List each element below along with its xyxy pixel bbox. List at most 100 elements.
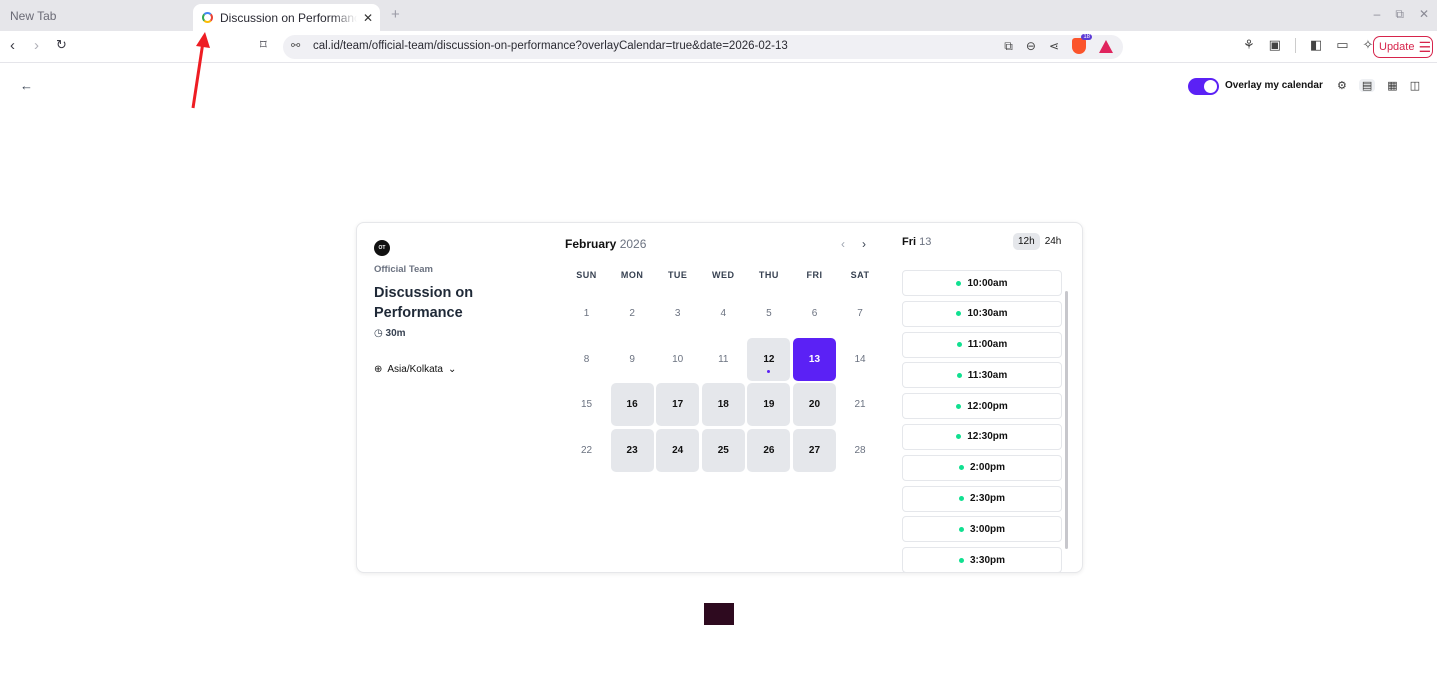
- tab-new-tab[interactable]: New Tab: [10, 9, 56, 23]
- time-slot[interactable]: 3:30pm: [902, 547, 1062, 572]
- overlay-calendar-label: Overlay my calendar: [1225, 80, 1323, 91]
- calendar-day: 7: [839, 292, 882, 335]
- day-number: 10: [672, 353, 684, 365]
- month-year: 2026: [619, 237, 647, 251]
- calendar-day[interactable]: 24: [656, 428, 700, 472]
- next-month-icon[interactable]: ›: [862, 237, 866, 251]
- calendar-day[interactable]: 16: [610, 383, 654, 427]
- time-slot[interactable]: 2:00pm: [902, 454, 1062, 481]
- calendar-day[interactable]: 23: [610, 428, 654, 472]
- event-duration: ◷ 30m: [374, 328, 406, 339]
- available-dot-icon: [956, 403, 962, 409]
- day-number: 1: [583, 308, 590, 319]
- calendar-day[interactable]: 25: [701, 428, 745, 472]
- month-title: February 2026: [565, 237, 646, 251]
- format-24h[interactable]: 24h: [1040, 233, 1067, 250]
- bookmark-icon[interactable]: ⌑: [260, 37, 267, 53]
- update-button[interactable]: Update ☰: [1373, 36, 1433, 58]
- time-slot[interactable]: 10:30am: [902, 300, 1062, 327]
- day-number: 15: [580, 399, 593, 411]
- weekday-label: THU: [758, 270, 779, 280]
- week-view-icon[interactable]: ▦: [1387, 79, 1397, 92]
- time-slot[interactable]: 11:30am: [902, 362, 1062, 389]
- time-slot[interactable]: 12:30pm: [902, 423, 1062, 450]
- reload-icon[interactable]: ↻: [56, 37, 67, 53]
- day-number: 23: [626, 444, 638, 456]
- sidebar-icon[interactable]: ◧: [1310, 37, 1322, 53]
- address-bar[interactable]: ⚯ cal.id/team/official-team/discussion-o…: [283, 34, 1123, 59]
- translate-icon[interactable]: ▣: [1269, 37, 1281, 53]
- time-slot-label: 3:00pm: [969, 523, 1005, 535]
- overlay-calendar-toggle[interactable]: [1188, 78, 1219, 95]
- time-slot-label: 10:30am: [967, 308, 1008, 320]
- calendar-day[interactable]: 19: [747, 383, 791, 427]
- slots-scrollbar[interactable]: [1065, 291, 1068, 549]
- brave-shield-icon[interactable]: [1072, 34, 1092, 54]
- open-external-icon[interactable]: ⧉: [1004, 39, 1013, 54]
- wallet-icon[interactable]: ▭: [1336, 37, 1348, 53]
- available-dot-icon: [958, 465, 964, 471]
- time-slot[interactable]: 3:00pm: [902, 516, 1062, 543]
- timezone-select[interactable]: ⊕ Asia/Kolkata ⌄: [374, 364, 456, 375]
- url-text[interactable]: cal.id/team/official-team/discussion-on-…: [313, 40, 788, 52]
- calendar-day: 22: [565, 429, 608, 472]
- month-view-icon[interactable]: ▤: [1358, 79, 1376, 92]
- time-slot[interactable]: 2:30pm: [902, 485, 1062, 512]
- day-number: 9: [629, 353, 635, 365]
- calendar-day[interactable]: 12: [747, 337, 791, 381]
- calendar-day[interactable]: 17: [656, 383, 700, 427]
- zoom-icon[interactable]: ⊖: [1026, 39, 1036, 53]
- calendar-day[interactable]: 20: [792, 383, 836, 427]
- leo-ai-icon[interactable]: ✧: [1363, 37, 1374, 53]
- calendar-day[interactable]: 26: [747, 428, 791, 472]
- available-dot-icon: [956, 280, 962, 286]
- calendar-day: 15: [565, 383, 608, 426]
- weekday-label: SAT: [850, 270, 870, 280]
- format-12h[interactable]: 12h: [1013, 233, 1040, 250]
- chevron-down-icon: ⌄: [447, 364, 457, 375]
- day-number: 13: [808, 353, 821, 365]
- calendar-day: 4: [702, 292, 745, 335]
- close-window-icon[interactable]: ✕: [1419, 7, 1429, 22]
- day-number: 3: [674, 308, 681, 319]
- brave-rewards-icon[interactable]: [1099, 39, 1113, 53]
- footer-block: [704, 603, 734, 625]
- back-arrow-icon[interactable]: ←: [20, 78, 33, 93]
- booking-widget: OT Official Team Discussion on Performan…: [356, 222, 1083, 573]
- time-slot[interactable]: 10:00am: [902, 270, 1062, 296]
- column-view-icon[interactable]: ◫: [1410, 79, 1420, 92]
- day-number: 14: [854, 353, 866, 365]
- view-switcher: ⚙ ▤ ▦ ◫: [1337, 79, 1420, 92]
- prev-month-icon[interactable]: ‹: [841, 237, 845, 251]
- day-number: 27: [808, 444, 821, 456]
- share-icon[interactable]: ⋖: [1049, 39, 1059, 53]
- back-icon[interactable]: ‹: [10, 37, 15, 54]
- new-tab-icon[interactable]: +: [391, 6, 400, 23]
- time-slot[interactable]: 11:00am: [902, 331, 1062, 358]
- calendar-day: 3: [656, 292, 699, 335]
- time-slot-label: 3:30pm: [969, 554, 1005, 566]
- calendar-day: 9: [611, 338, 654, 381]
- day-number: 17: [672, 399, 684, 411]
- minimize-icon[interactable]: –: [1374, 7, 1381, 22]
- extensions-icon[interactable]: ⚘: [1243, 37, 1255, 53]
- available-dot-icon: [956, 311, 962, 317]
- calendar-day: 5: [747, 292, 790, 335]
- settings-gear-icon[interactable]: ⚙: [1337, 79, 1347, 92]
- tab-active[interactable]: Discussion on Performance ✕: [193, 4, 380, 31]
- calendar-day[interactable]: 18: [701, 383, 745, 427]
- calendar-day[interactable]: 27: [792, 428, 836, 472]
- close-icon[interactable]: ✕: [363, 11, 373, 25]
- site-info-icon[interactable]: ⚯: [291, 39, 300, 52]
- weekday-label: FRI: [806, 270, 823, 280]
- time-slot[interactable]: 12:00pm: [902, 393, 1062, 420]
- selected-weekday: Fri: [902, 236, 917, 248]
- day-number: 18: [717, 399, 729, 411]
- day-number: 7: [857, 308, 863, 319]
- forward-icon[interactable]: ›: [34, 37, 39, 54]
- day-number: 8: [583, 353, 590, 365]
- selected-day-heading: Fri 13: [902, 236, 931, 248]
- time-slot-label: 11:30am: [967, 369, 1008, 381]
- calendar-day-selected[interactable]: 13: [792, 337, 836, 381]
- restore-icon[interactable]: ⧉: [1395, 7, 1404, 22]
